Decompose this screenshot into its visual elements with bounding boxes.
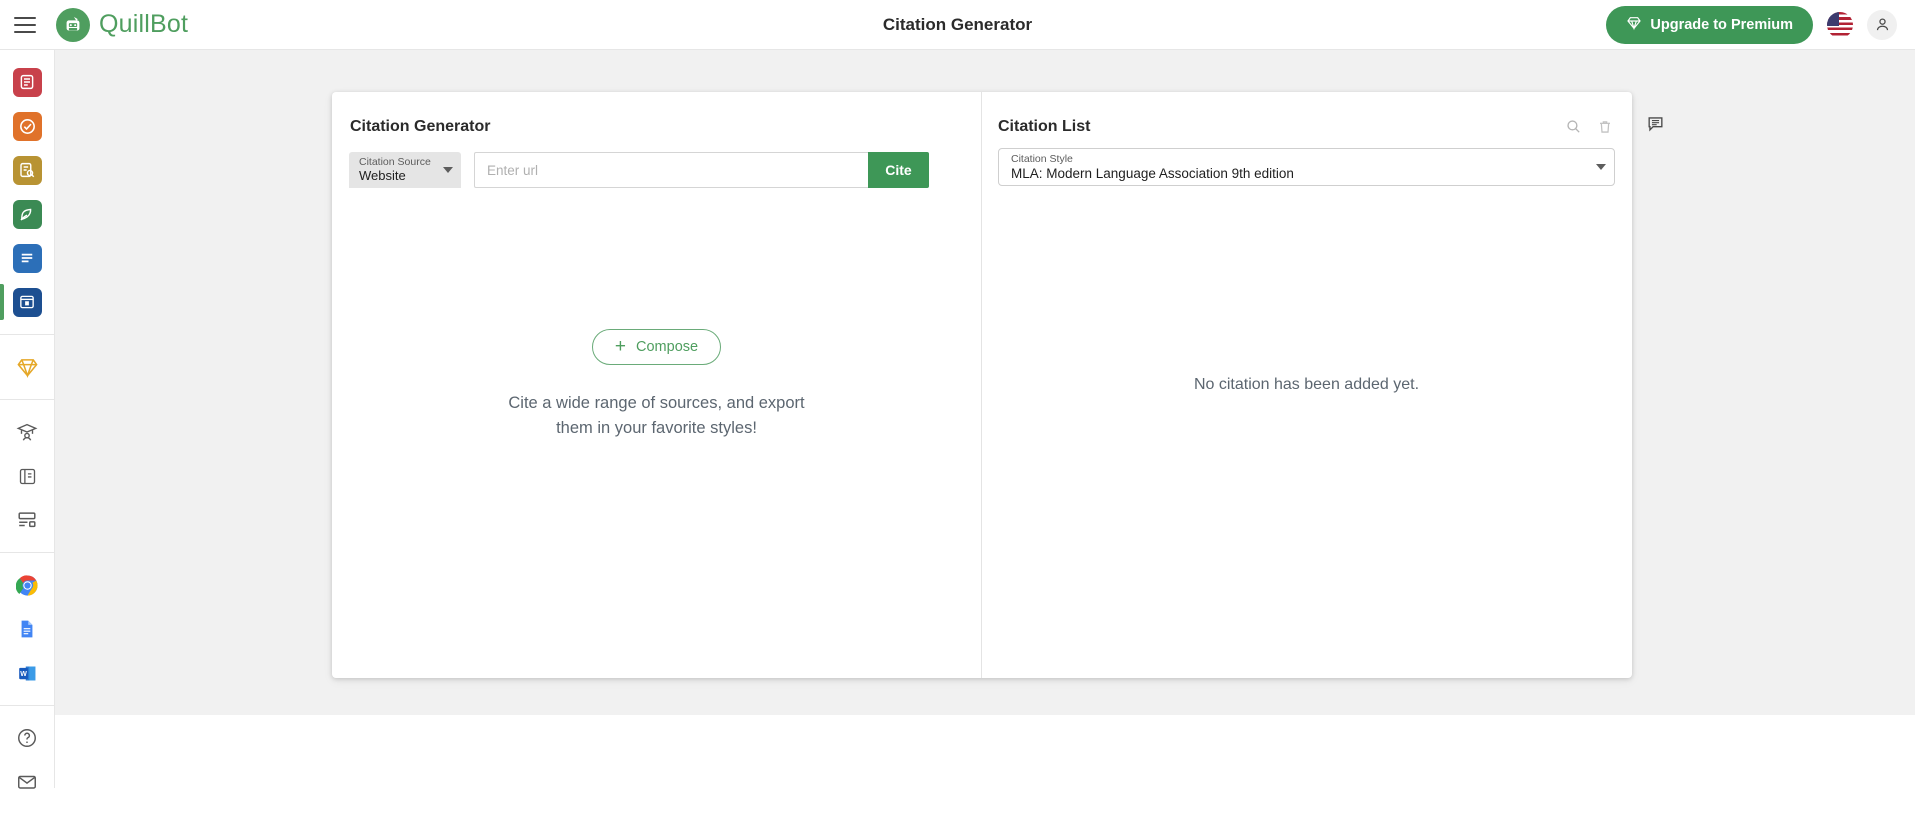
sidebar-item-paraphraser[interactable] [0,60,54,104]
sidebar-item-translator[interactable] [0,498,54,542]
translator-icon [14,507,40,533]
citation-generator-pane: Citation Generator Citation Source Websi… [332,92,982,678]
sidebar-item-ms-word-addin[interactable]: W [0,651,54,695]
chrome-icon [14,572,40,598]
citation-list-empty-message: No citation has been added yet. [1193,376,1420,393]
paraphraser-icon [12,67,42,97]
grammar-checker-icon [12,111,42,141]
plagiarism-checker-icon [12,155,42,185]
logo-text-bot: Bot [150,10,189,38]
mail-icon [14,769,40,795]
book-icon [14,463,40,489]
citation-source-value: Website [359,168,406,183]
sidebar-item-premium[interactable] [0,345,54,389]
feedback-rail [1632,92,1678,678]
sidebar-item-help[interactable] [0,716,54,760]
logo-text-quill: Quill [99,10,151,38]
header-actions: Upgrade to Premium [1606,5,1897,44]
google-docs-icon [14,616,40,642]
sidebar-group-apps [0,50,54,334]
cite-button[interactable]: Cite [868,152,929,188]
citation-source-select[interactable]: Citation Source Website [349,152,461,188]
account-avatar-icon[interactable] [1867,9,1897,40]
sidebar-group-integrations: W [0,553,54,705]
citation-source-label: Citation Source [359,156,431,168]
sidebar-item-grammar-checker[interactable] [0,104,54,148]
generator-empty-text: Cite a wide range of sources, and export… [508,391,804,441]
left-sidebar: W [0,50,55,789]
sidebar-item-citation-generator[interactable] [0,280,54,324]
sidebar-item-google-docs-addon[interactable] [0,607,54,651]
co-writer-icon [12,199,42,229]
help-circle-icon [14,725,40,751]
page-footer-area [55,715,1915,788]
sidebar-group-premium [0,335,54,399]
compose-button[interactable]: + Compose [591,329,722,365]
citation-generator-icon [12,287,42,317]
logo-text: QuillBot [99,10,188,39]
quillbot-logo[interactable]: QuillBot [56,7,188,42]
ms-word-icon: W [14,660,40,686]
url-input[interactable] [474,152,868,188]
sidebar-item-student[interactable] [0,410,54,454]
svg-text:W: W [20,670,27,677]
quillbot-robot-icon [56,7,90,42]
graduation-cap-icon [14,419,40,445]
summarizer-icon [12,243,42,273]
sidebar-item-plagiarism-checker[interactable] [0,148,54,192]
sidebar-item-summarizer[interactable] [0,236,54,280]
generator-empty-text-line2: them in your favorite styles! [556,419,757,437]
compose-button-label: Compose [636,339,699,355]
upgrade-button-label: Upgrade to Premium [1650,16,1793,33]
top-header: QuillBot Citation Generator Upgrade to P… [0,0,1915,50]
sidebar-item-co-writer[interactable] [0,192,54,236]
sidebar-item-chrome-extension[interactable] [0,563,54,607]
sidebar-group-tools [0,400,54,552]
feedback-chat-icon[interactable] [1646,114,1665,678]
sidebar-item-flashcards[interactable] [0,454,54,498]
hamburger-icon[interactable] [14,16,36,33]
diamond-icon [14,354,40,380]
plus-icon: + [614,336,627,357]
citation-list-pane: Citation List Citation Style MLA: Modern… [982,92,1631,678]
sidebar-group-support [0,706,54,814]
generator-pane-title: Citation Generator [350,118,491,135]
us-flag-icon[interactable] [1827,11,1853,38]
diamond-icon [1626,15,1642,35]
chevron-down-icon [443,167,453,173]
citation-workspace-card: Citation Generator Citation Source Websi… [332,92,1632,678]
upgrade-to-premium-button[interactable]: Upgrade to Premium [1606,5,1813,44]
sidebar-item-contact[interactable] [0,760,54,804]
url-entry-group: Cite [474,152,929,188]
generator-empty-text-line1: Cite a wide range of sources, and export [508,394,805,412]
generator-controls: Citation Source Website Cite [349,152,929,188]
